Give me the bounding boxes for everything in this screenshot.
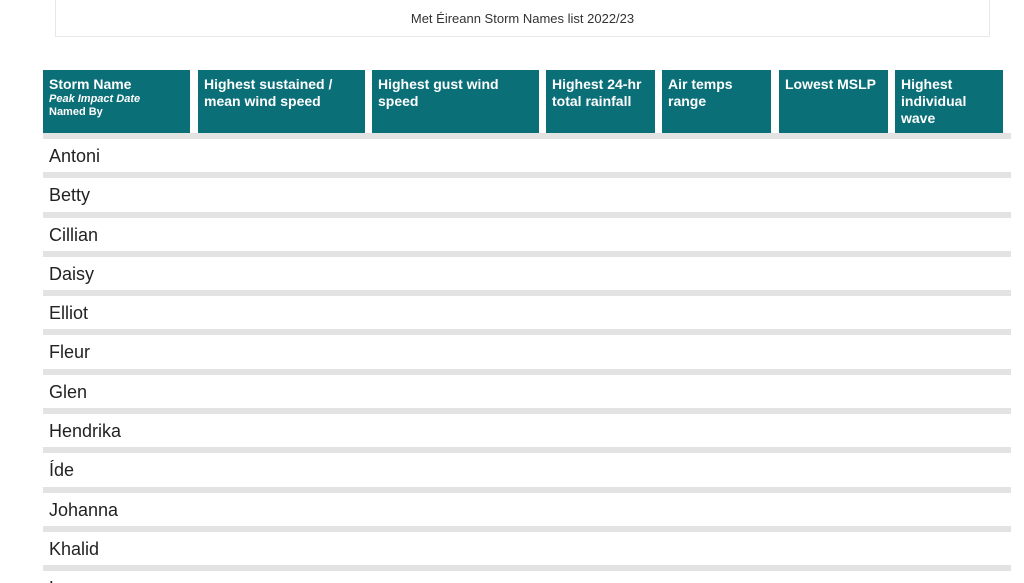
table-row: L [43,565,1011,583]
storm-name: Daisy [49,263,95,284]
storm-name: Khalid [49,538,100,559]
header-sustained-wind-label: Highest sustained / mean wind speed [204,76,333,109]
header-gust-wind-label: Highest gust wind speed [378,76,499,109]
header-air-temps-label: Air temps range [668,76,733,109]
table-row: Daisy [43,250,1011,290]
table-row: Elliot [43,290,1011,329]
table-row: Antoni [43,133,1011,172]
table-row: Betty [43,172,1011,211]
storm-name: Glen [49,381,88,402]
storm-name: L [49,578,59,583]
storm-name: Cillian [49,224,99,245]
header-peak-impact-date: Peak Impact Date [49,93,141,105]
storm-name: Elliot [49,303,89,324]
table-row: Johanna [43,486,1011,526]
header-rainfall-label: Highest 24-hr total rainfall [552,76,642,109]
header-sustained-wind: Highest sustained / mean wind speed [198,70,365,133]
storm-name: Johanna [49,499,119,520]
header-gust-wind: Highest gust wind speed [372,70,539,133]
header-lowest-mslp-label: Lowest MSLP [785,76,877,92]
storm-name: Fleur [49,342,91,363]
storm-name: Íde [49,460,75,481]
header-named-by: Named By [49,106,103,118]
header-storm-name-label: Storm Name [49,76,132,92]
storm-name: Antoni [49,146,101,166]
header-highest-wave: Highest individual wave [895,70,1003,133]
table-row: Íde [43,447,1011,486]
page-title: Met Éireann Storm Names list 2022/23 [55,0,990,37]
storm-table-body: Antoni Betty Cillian Daisy Elliot Fleur … [43,133,1011,583]
header-rainfall: Highest 24-hr total rainfall [546,70,655,133]
table-row: Fleur [43,329,1011,368]
table-row: Glen [43,368,1011,408]
header-highest-wave-label: Highest individual wave [901,76,967,126]
storm-name: Betty [49,185,91,206]
table-row: Khalid [43,525,1011,565]
header-air-temps: Air temps range [662,70,771,133]
header-storm-name: Storm Name Peak Impact Date Named By [43,70,190,133]
storm-names-page: Met Éireann Storm Names list 2022/23 Sto… [0,0,1024,583]
table-row: Hendrika [43,408,1011,447]
storm-name: Hendrika [49,421,122,442]
table-header: Storm Name Peak Impact Date Named By Hig… [0,70,1024,133]
table-row: Cillian [43,211,1011,251]
header-lowest-mslp: Lowest MSLP [779,70,888,133]
